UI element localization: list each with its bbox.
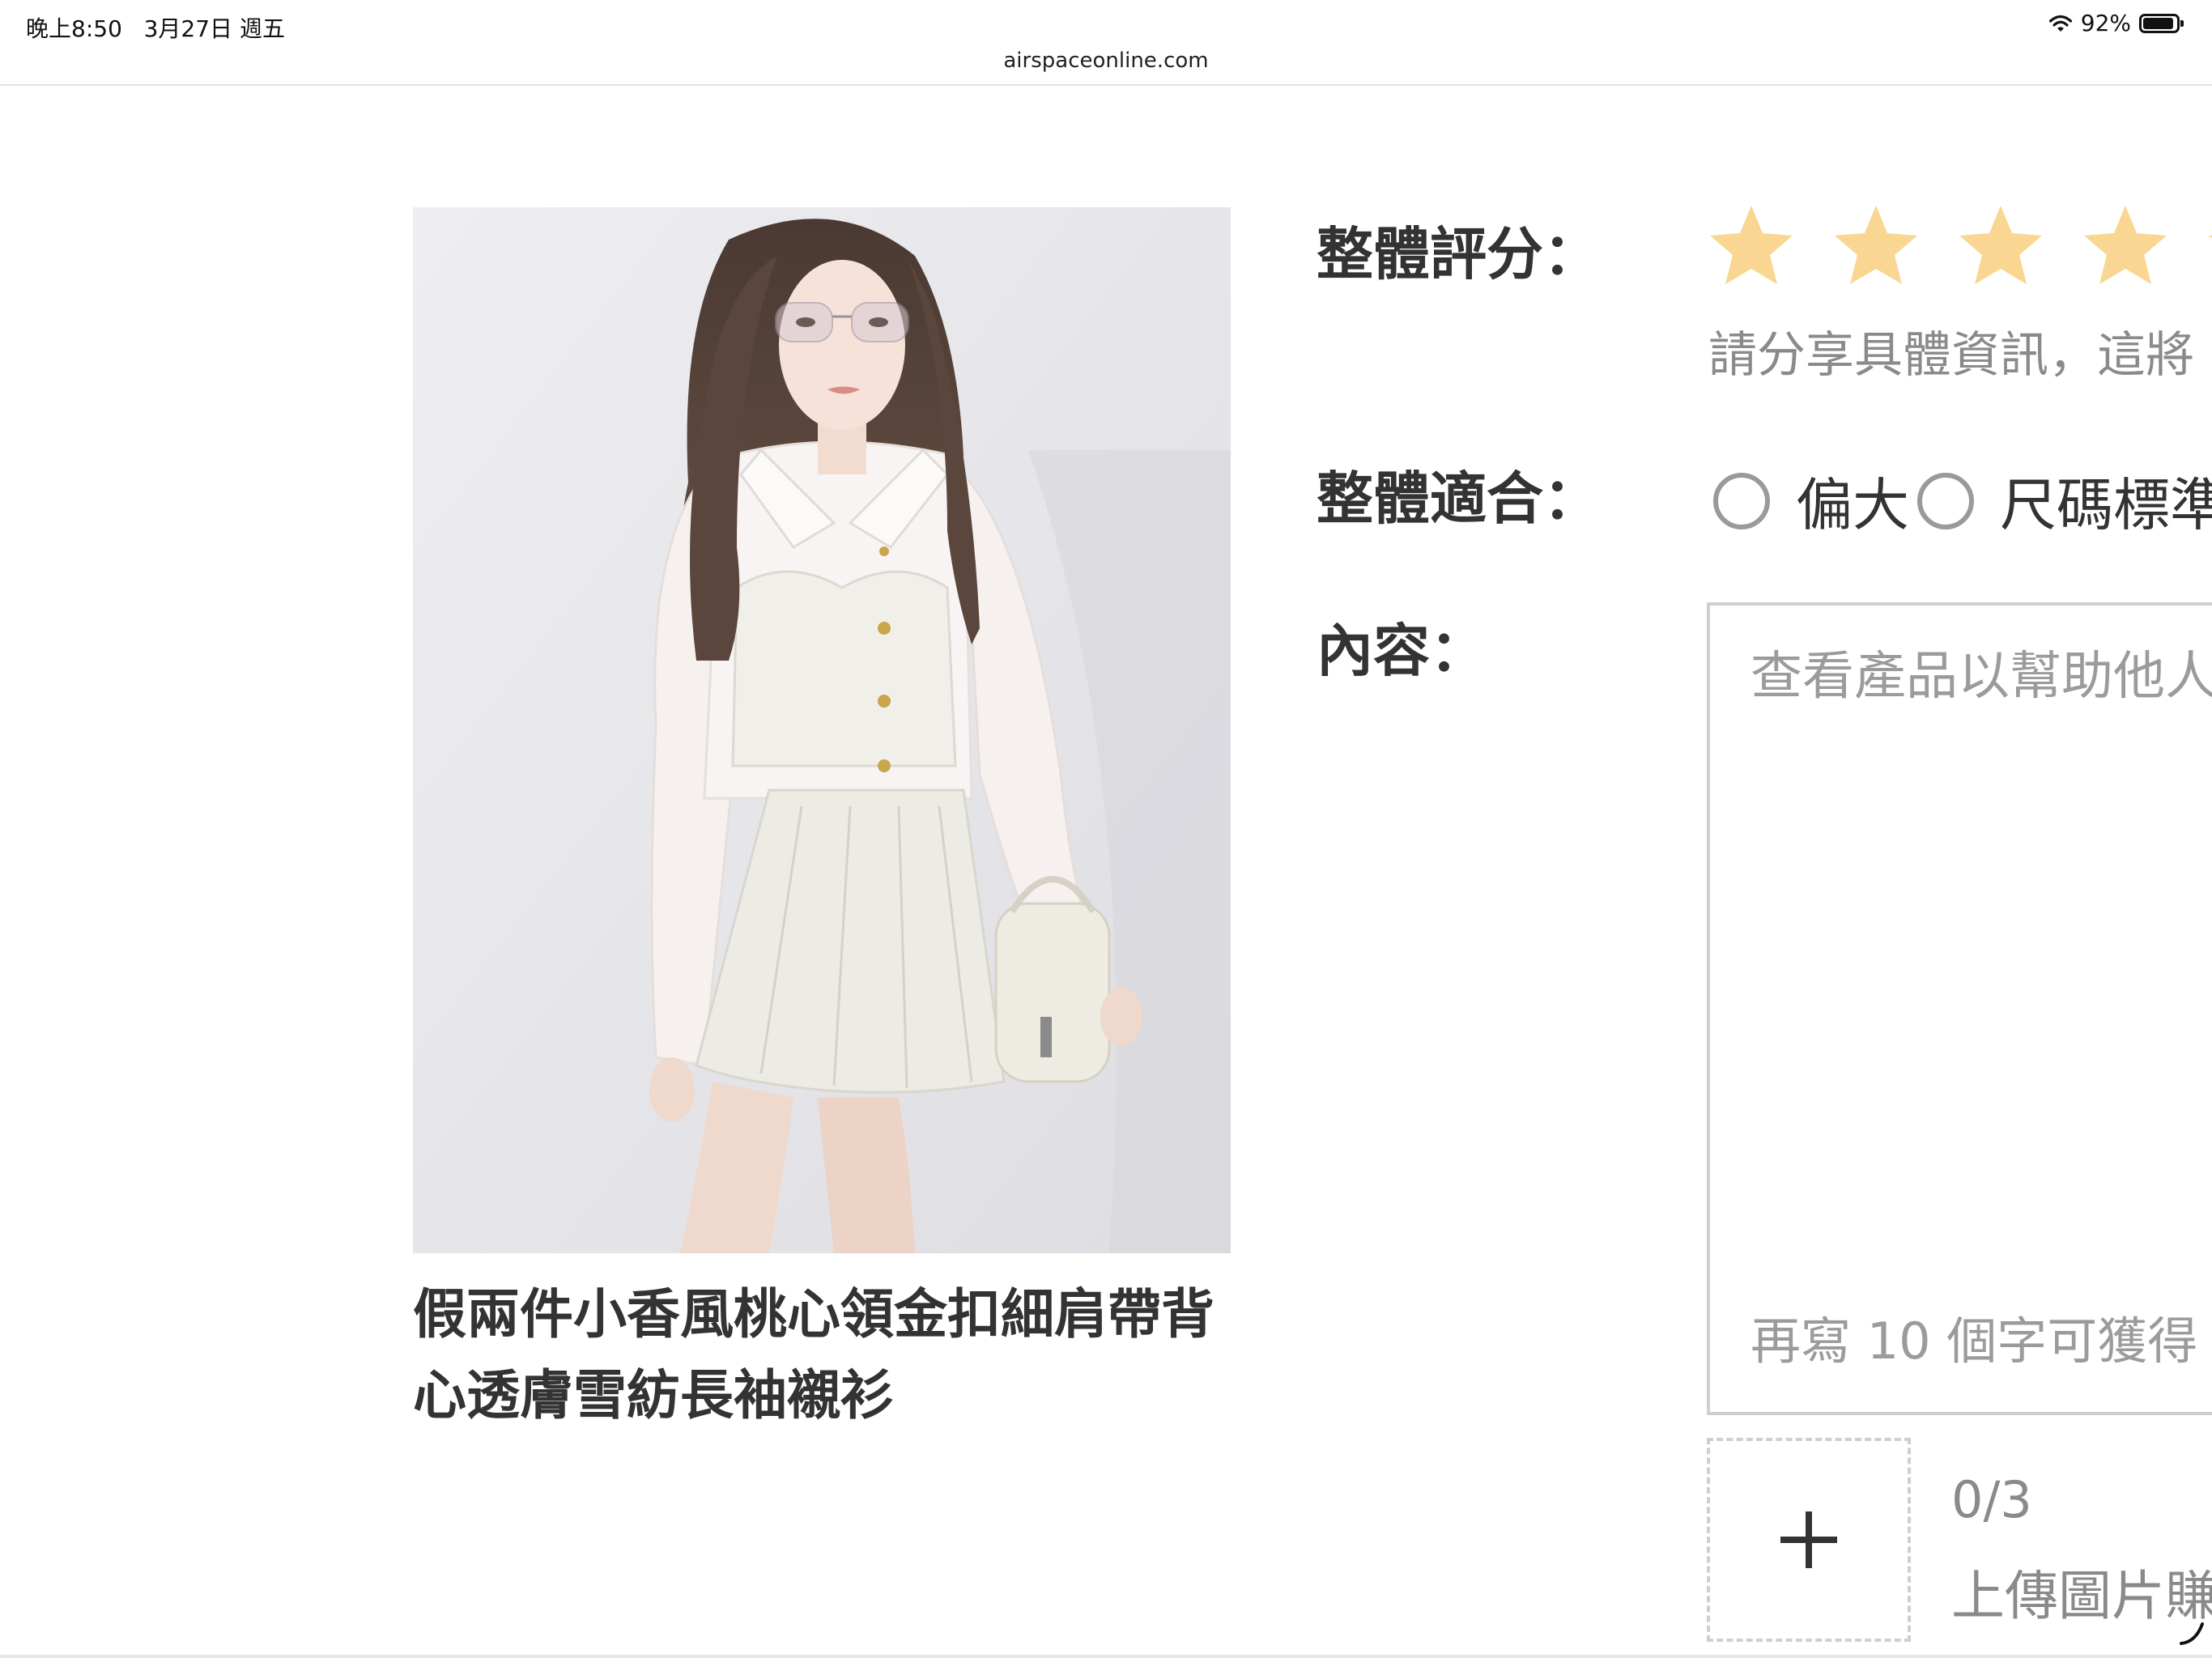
rating-stars[interactable] xyxy=(1707,202,2212,288)
radio-unchecked-icon[interactable] xyxy=(1713,472,1770,529)
status-time: 晚上8:50 xyxy=(26,15,122,42)
product-title: 假兩件小香風桃心領金扣細肩帶背心透膚雪紡長袖襯衫 xyxy=(413,1283,1214,1426)
review-box: 再寫 10 個字可獲得 xyxy=(1707,602,2212,1415)
wifi-icon xyxy=(2048,14,2073,33)
content-label: 內容： xyxy=(1317,618,1487,684)
status-bar: 晚上8:50 3月27日 週五 airspaceonline.com 92% xyxy=(0,0,2212,86)
upload-image-button[interactable] xyxy=(1707,1438,1911,1642)
status-time-date: 晚上8:50 3月27日 週五 xyxy=(26,11,285,44)
fit-option-true-to-size-label: 尺碼標準 xyxy=(2000,472,2212,538)
fit-option-true-to-size[interactable]: 尺碼標準 xyxy=(1917,460,2212,542)
plus-icon xyxy=(1780,1511,1837,1568)
status-date: 3月27日 週五 xyxy=(143,15,285,42)
resize-handle-icon[interactable] xyxy=(2178,1619,2206,1650)
address-url[interactable]: airspaceonline.com xyxy=(0,49,2212,73)
product-image[interactable] xyxy=(413,207,1231,1253)
star-icon-4[interactable] xyxy=(2081,202,2170,288)
rating-label: 整體評分： xyxy=(1317,221,1600,287)
status-indicators: 92% xyxy=(2048,10,2184,36)
review-input[interactable] xyxy=(1750,635,2212,1299)
battery-percent: 92% xyxy=(2080,10,2131,36)
fit-option-large[interactable]: 偏大 xyxy=(1713,460,1917,542)
upload-hint: 上傳圖片賺 xyxy=(1951,1565,2212,1627)
fit-options: 偏大 尺碼標準 xyxy=(1713,460,2212,542)
bottom-divider xyxy=(0,1655,2212,1658)
upload-count: 0/3 xyxy=(1951,1470,2032,1529)
fit-option-large-label: 偏大 xyxy=(1796,472,1909,538)
review-bonus-hint: 再寫 10 個字可獲得 xyxy=(1750,1312,2198,1371)
rating-hint: 請分享具體資訊，這將 xyxy=(1708,327,2194,384)
star-icon-3[interactable] xyxy=(1956,202,2045,288)
star-icon-5[interactable] xyxy=(2206,202,2212,288)
battery-icon xyxy=(2139,13,2184,33)
star-icon-1[interactable] xyxy=(1707,202,1796,288)
fit-label: 整體適合： xyxy=(1317,466,1600,532)
star-icon-2[interactable] xyxy=(1831,202,1921,288)
page: 晚上8:50 3月27日 週五 airspaceonline.com 92% 假… xyxy=(0,0,2212,1658)
radio-unchecked-icon[interactable] xyxy=(1917,472,1974,529)
